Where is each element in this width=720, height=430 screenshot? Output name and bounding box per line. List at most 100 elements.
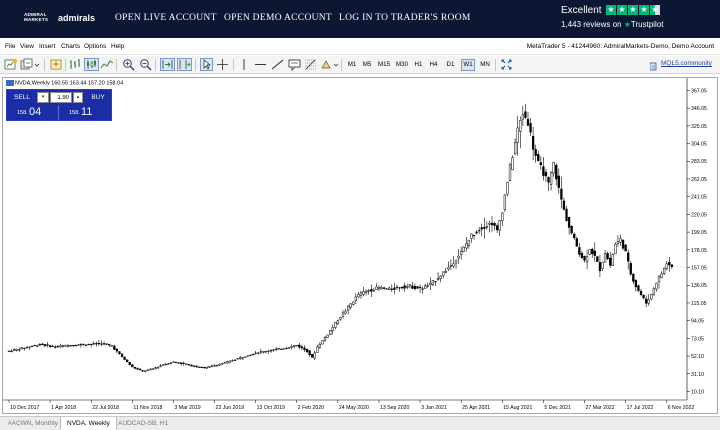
- candle-body: [388, 287, 391, 290]
- auto-scroll-button[interactable]: [160, 58, 175, 71]
- mql5-community-link[interactable]: MQL5.community: [661, 60, 712, 67]
- trustpilot-rating-text: Excellent: [561, 5, 602, 16]
- time-axis-label: 24 May 2020: [339, 405, 369, 411]
- candle-body: [82, 344, 85, 346]
- menu-file[interactable]: File: [5, 43, 15, 50]
- menu-charts[interactable]: Charts: [61, 43, 80, 50]
- bar-chart-button[interactable]: [68, 58, 82, 71]
- timeframe-h1[interactable]: H1: [412, 59, 425, 71]
- lot-size-input[interactable]: [50, 92, 72, 103]
- zoom-in-icon: [123, 59, 135, 71]
- time-axis-label: 2 Feb 2020: [298, 405, 324, 411]
- candle-body: [239, 357, 242, 360]
- menu-insert[interactable]: Insert: [39, 43, 55, 50]
- profiles-button[interactable]: [20, 58, 34, 71]
- timeframe-m15[interactable]: M15: [376, 59, 392, 71]
- menu-options[interactable]: Options: [84, 43, 106, 50]
- one-click-trading-panel: SELL ▾ ▴ BUY 158. 04 158. 11: [6, 89, 112, 121]
- candle-body: [25, 346, 29, 349]
- timeframe-mn[interactable]: MN: [478, 59, 492, 71]
- candle-body: [136, 368, 139, 370]
- candle-body: [305, 348, 309, 353]
- menu-view[interactable]: View: [20, 43, 34, 50]
- candlestick-chart-button[interactable]: [84, 58, 99, 71]
- lot-increase-button[interactable]: ▴: [73, 92, 83, 103]
- profiles-dropdown-button[interactable]: [34, 58, 40, 71]
- candle-body: [12, 349, 16, 351]
- sell-price[interactable]: 158. 04: [9, 105, 59, 120]
- tab-audcad-h1[interactable]: AUDCAD-SB, H1: [112, 417, 174, 430]
- zoom-in-button[interactable]: [122, 58, 135, 71]
- candle-body: [79, 343, 83, 346]
- candle-body: [598, 262, 602, 272]
- chevron-down-icon: ▾: [41, 94, 45, 100]
- zoom-out-button[interactable]: [139, 58, 152, 71]
- candle-body: [36, 345, 39, 347]
- lot-dropdown-button[interactable]: ▾: [37, 92, 49, 103]
- line-chart-button[interactable]: [100, 58, 114, 71]
- candle-body: [241, 357, 244, 359]
- candle-body: [187, 364, 190, 366]
- time-axis-label: 27 Mar 2022: [586, 405, 615, 411]
- sell-button[interactable]: SELL: [9, 92, 35, 103]
- toolbar-separator: [116, 59, 117, 71]
- time-axis-label: 10 Dec 2017: [10, 405, 40, 411]
- timeframe-m30[interactable]: M30: [394, 59, 410, 71]
- open-live-account-link[interactable]: OPEN LIVE ACCOUNT: [115, 13, 217, 23]
- algo-trading-button[interactable]: [49, 58, 63, 71]
- candle-body: [174, 361, 178, 363]
- candle-body: [90, 343, 93, 346]
- chart-window[interactable]: 10.10 31.10 52.10 73.05 94.05 115.05 136.05 157…: [2, 77, 718, 414]
- candle-body: [77, 344, 80, 346]
- admirals-logo[interactable]: ADMIRAL MARKETS admirals: [24, 11, 96, 27]
- candle-body: [583, 256, 586, 261]
- horizontal-line-tool-button[interactable]: [254, 58, 267, 71]
- fibonacci-tool-button[interactable]: [304, 58, 317, 71]
- candle-body: [447, 267, 450, 270]
- candle-body: [452, 263, 455, 267]
- candle-body: [557, 175, 560, 188]
- timeframe-m5[interactable]: M5: [360, 59, 374, 71]
- buy-price[interactable]: 158. 11: [61, 105, 111, 120]
- text-tool-button[interactable]: [288, 58, 301, 71]
- timeframe-w1[interactable]: W1: [461, 59, 475, 71]
- tab-acwn-monthly[interactable]: #ACWN, Monthly: [2, 417, 64, 430]
- candle-body: [670, 264, 674, 267]
- new-chart-button[interactable]: [4, 58, 18, 71]
- price-axis-label: 136.05: [691, 283, 707, 289]
- timeframe-d1[interactable]: D1: [444, 59, 457, 71]
- candle-body: [185, 363, 188, 365]
- candle-body: [151, 368, 155, 370]
- candle-body: [115, 348, 119, 352]
- chart-shift-button[interactable]: [177, 58, 192, 71]
- timeframe-h4[interactable]: H4: [427, 59, 440, 71]
- shapes-dropdown-button[interactable]: [333, 58, 339, 71]
- candle-body: [341, 312, 345, 317]
- candle-body: [611, 254, 614, 266]
- candle-body: [593, 250, 596, 256]
- buy-button[interactable]: BUY: [85, 92, 111, 103]
- templates-button[interactable]: [500, 58, 513, 71]
- trendline-tool-button[interactable]: [271, 58, 284, 71]
- timeframe-m1[interactable]: M1: [345, 59, 359, 71]
- crosshair-tool-button[interactable]: [216, 58, 229, 71]
- log-in-traders-room-link[interactable]: LOG IN TO TRADER'S ROOM: [339, 13, 471, 23]
- open-demo-account-link[interactable]: OPEN DEMO ACCOUNT: [224, 13, 332, 23]
- star-icon: ★: [617, 5, 627, 15]
- price-chart[interactable]: 10.10 31.10 52.10 73.05 94.05 115.05 136.05 157…: [3, 78, 717, 413]
- cursor-tool-button[interactable]: [200, 58, 213, 71]
- candle-body: [627, 252, 630, 262]
- candle-body: [398, 287, 401, 289]
- candle-body: [614, 243, 617, 255]
- vertical-line-tool-button[interactable]: [239, 58, 249, 71]
- menu-help[interactable]: Help: [111, 43, 124, 50]
- tab-nvda-weekly[interactable]: NVDA, Weekly: [60, 417, 117, 430]
- trustpilot-reviews[interactable]: 1,443 reviews on ★Trustpilot: [561, 20, 664, 29]
- candle-body: [97, 343, 101, 345]
- candle-body: [467, 239, 471, 246]
- shapes-tool-button[interactable]: [320, 58, 333, 71]
- candle-body: [275, 348, 278, 350]
- star-icon: ★: [639, 5, 649, 15]
- candle-body: [395, 286, 399, 288]
- candle-body: [567, 217, 571, 228]
